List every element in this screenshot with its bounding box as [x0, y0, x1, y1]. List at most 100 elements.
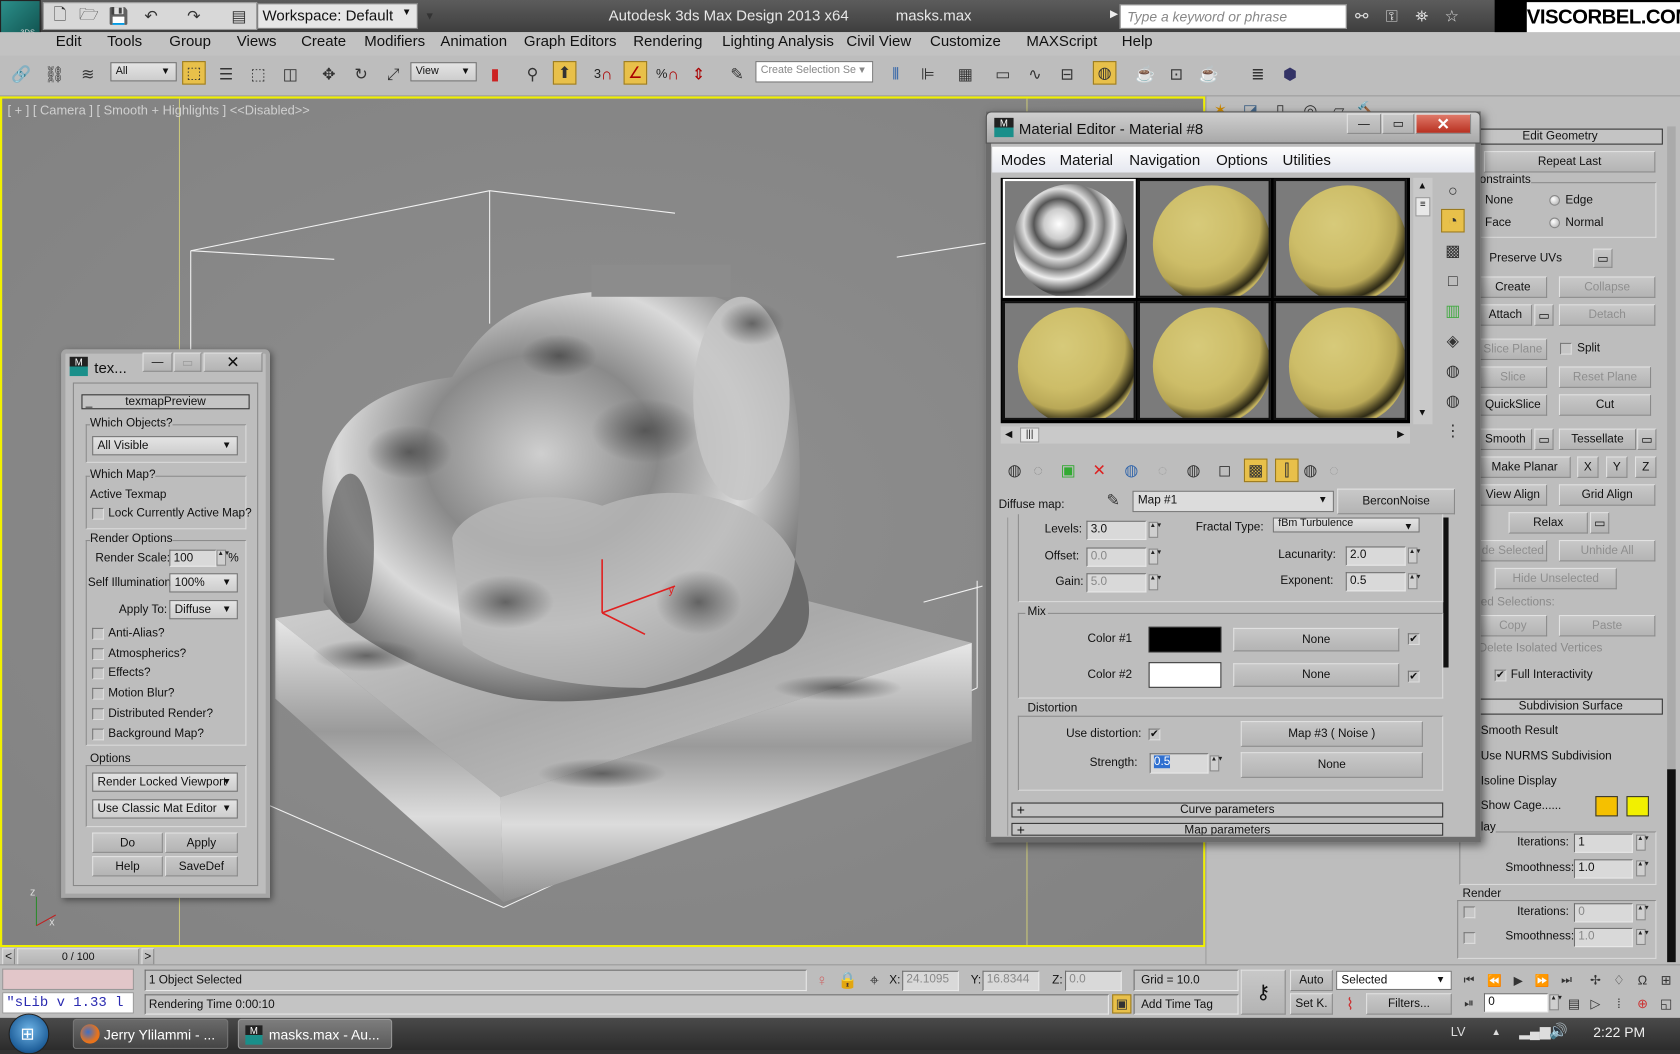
spinner-snap-icon[interactable]: ⇕	[687, 62, 711, 86]
full-interactivity-checkbox[interactable]: ✔	[1494, 669, 1507, 682]
background-checker-icon[interactable]: ▩	[1441, 239, 1465, 263]
color1-map-checkbox[interactable]: ✔	[1407, 633, 1420, 646]
key-icon[interactable]: ⚿	[1380, 4, 1404, 28]
constraint-none[interactable]: None	[1485, 194, 1513, 207]
workspace-dropdown[interactable]: Workspace: Default	[257, 3, 418, 29]
rotate-icon[interactable]: ↻	[349, 62, 373, 86]
sample-horizontal-scrollbar[interactable]: ◀ ||| ▶	[1000, 426, 1411, 444]
me-menu-material[interactable]: Material	[1060, 151, 1113, 168]
do-button[interactable]: Do	[92, 832, 163, 853]
reset-map-icon[interactable]: ✕	[1088, 459, 1112, 483]
select-by-material-icon[interactable]: ◍	[1441, 389, 1465, 413]
lacunarity-field[interactable]: 2.0	[1345, 546, 1406, 566]
constraint-normal-radio[interactable]	[1549, 217, 1561, 229]
sample-slot-2[interactable]	[1137, 178, 1271, 298]
params-scrollbar[interactable]	[1443, 517, 1449, 668]
gain-field[interactable]: 5.0	[1086, 573, 1147, 593]
paste-button[interactable]: Paste	[1558, 615, 1656, 637]
select-by-name-icon[interactable]: ☰	[214, 62, 238, 86]
undo-icon[interactable]: ↶	[139, 4, 163, 28]
play-icon[interactable]: ▶	[1506, 969, 1530, 993]
use-distortion-checkbox[interactable]: ✔	[1148, 728, 1161, 741]
put-to-library-icon[interactable]: ◍	[1182, 459, 1206, 483]
material-editor-close[interactable]: ✕	[1415, 113, 1472, 134]
render-smoothness-spinner[interactable]: ▲▼	[1636, 928, 1650, 946]
cut-button[interactable]: Cut	[1558, 394, 1652, 416]
walkthrough-icon[interactable]: ▷	[1584, 992, 1608, 1016]
which-objects-dropdown[interactable]: All Visible	[92, 436, 238, 456]
time-tag-icon[interactable]: ▣	[1112, 994, 1132, 1014]
offset-field[interactable]: 0.0	[1086, 547, 1147, 567]
current-frame-spinner[interactable]: ▲▼	[1549, 994, 1563, 1011]
y-coord-field[interactable]: 16.8344	[982, 970, 1040, 992]
new-file-icon[interactable]: 🗋	[48, 4, 72, 28]
render-smoothness-field[interactable]: 1.0	[1573, 927, 1633, 948]
volume-icon[interactable]: 🔊	[1549, 1022, 1568, 1040]
video-color-check-icon[interactable]: ▥	[1441, 299, 1465, 323]
maxscript-listener-input[interactable]: "sLib v 1.33 l	[2, 992, 134, 1014]
pan-view-icon[interactable]: Ω	[1631, 969, 1655, 993]
planar-x-button[interactable]: X	[1577, 456, 1599, 478]
relax-settings-button[interactable]: ▭	[1590, 512, 1610, 534]
rollout-edit-geometry[interactable]: Edit Geometry	[1457, 128, 1663, 145]
truck-camera-icon[interactable]: ⁞	[1607, 992, 1631, 1016]
display-iterations-field[interactable]: 1	[1573, 833, 1633, 853]
exponent-field[interactable]: 0.5	[1345, 572, 1406, 592]
curve-editor-icon[interactable]: ∿	[1023, 62, 1047, 86]
sample-slot-5[interactable]	[1137, 301, 1271, 421]
effects-checkbox[interactable]	[92, 667, 104, 680]
favorites-star-icon[interactable]: ☆	[1440, 4, 1464, 28]
angle-snap-icon[interactable]: ∠	[623, 61, 648, 85]
smooth-button[interactable]: Smooth	[1478, 428, 1533, 451]
project-folder-icon[interactable]: ▤	[227, 4, 251, 28]
orbit-icon[interactable]: ⊕	[1631, 992, 1655, 1016]
named-selection-dropdown[interactable]: Create Selection Se	[755, 61, 874, 83]
strength-field[interactable]: 0.5	[1149, 753, 1209, 774]
material-editor-icon[interactable]: ◍	[1092, 61, 1117, 85]
mirror-icon[interactable]: ⫴	[884, 62, 908, 86]
attach-settings-button[interactable]: ▭	[1534, 304, 1554, 326]
view-align-button[interactable]: View Align	[1478, 484, 1548, 506]
reset-plane-button[interactable]: Reset Plane	[1558, 366, 1652, 388]
make-preview-icon[interactable]: ◈	[1441, 329, 1465, 353]
time-configuration-icon[interactable]: ▤	[1562, 992, 1586, 1016]
use-nurms-checkbox[interactable]: Use NURMS Subdivision	[1481, 750, 1612, 763]
menu-views[interactable]: Views	[237, 32, 277, 49]
show-shaded-in-viewport-icon[interactable]: ▩	[1243, 458, 1268, 483]
attach-button[interactable]: Attach	[1478, 304, 1533, 326]
eyedropper-icon[interactable]: ✎	[1101, 489, 1125, 513]
tessellate-settings-button[interactable]: ▭	[1637, 428, 1657, 451]
menu-civil-view[interactable]: Civil View	[846, 32, 911, 49]
strength-map-button[interactable]: None	[1240, 752, 1423, 778]
isolate-selection-icon[interactable]: ♀	[810, 969, 834, 993]
menu-help[interactable]: Help	[1122, 32, 1153, 49]
time-slider[interactable]: 0 / 100	[17, 948, 140, 966]
split-checkbox[interactable]	[1560, 342, 1572, 355]
selection-lock-icon[interactable]: 🔒	[836, 969, 860, 993]
align-icon[interactable]: ⊫	[916, 62, 940, 86]
schematic-view-icon[interactable]: ⊟	[1055, 62, 1079, 86]
apply-button[interactable]: Apply	[165, 832, 238, 853]
bind-space-warp-icon[interactable]: ≋	[76, 62, 100, 86]
auto-key-button[interactable]: Auto	[1290, 969, 1333, 992]
panel-scrollbar[interactable]	[1667, 126, 1676, 963]
preserve-uvs-settings-button[interactable]: ▭	[1593, 248, 1613, 268]
planar-z-button[interactable]: Z	[1635, 456, 1657, 478]
mat-editor-dropdown[interactable]: Use Classic Mat Editor	[92, 799, 238, 819]
rollout-curve-parameters[interactable]: + Curve parameters	[1011, 803, 1444, 818]
get-material-icon[interactable]: ◍	[1003, 459, 1027, 483]
search-arrow-icon[interactable]: ▶	[1110, 9, 1118, 21]
go-to-start-icon[interactable]: ⏮	[1457, 969, 1481, 993]
map-name-dropdown[interactable]: Map #1	[1132, 490, 1334, 513]
go-to-end-icon[interactable]: ⏭	[1555, 969, 1579, 993]
lock-map-checkbox[interactable]	[92, 507, 104, 520]
render-production-icon[interactable]: ☕	[1197, 62, 1221, 86]
key-filters-button[interactable]: Filters...	[1366, 993, 1452, 1015]
zoom-icon[interactable]: ✢	[1584, 969, 1608, 993]
selection-filter-dropdown[interactable]: All	[110, 62, 177, 82]
render-setup-icon[interactable]: ☕	[1134, 62, 1158, 86]
show-end-result-icon[interactable]: ⫿	[1275, 458, 1299, 483]
cage-color-swatch-1[interactable]	[1595, 796, 1618, 817]
menu-graph-editors[interactable]: Graph Editors	[524, 32, 617, 49]
display-smoothness-field[interactable]: 1.0	[1573, 859, 1633, 879]
